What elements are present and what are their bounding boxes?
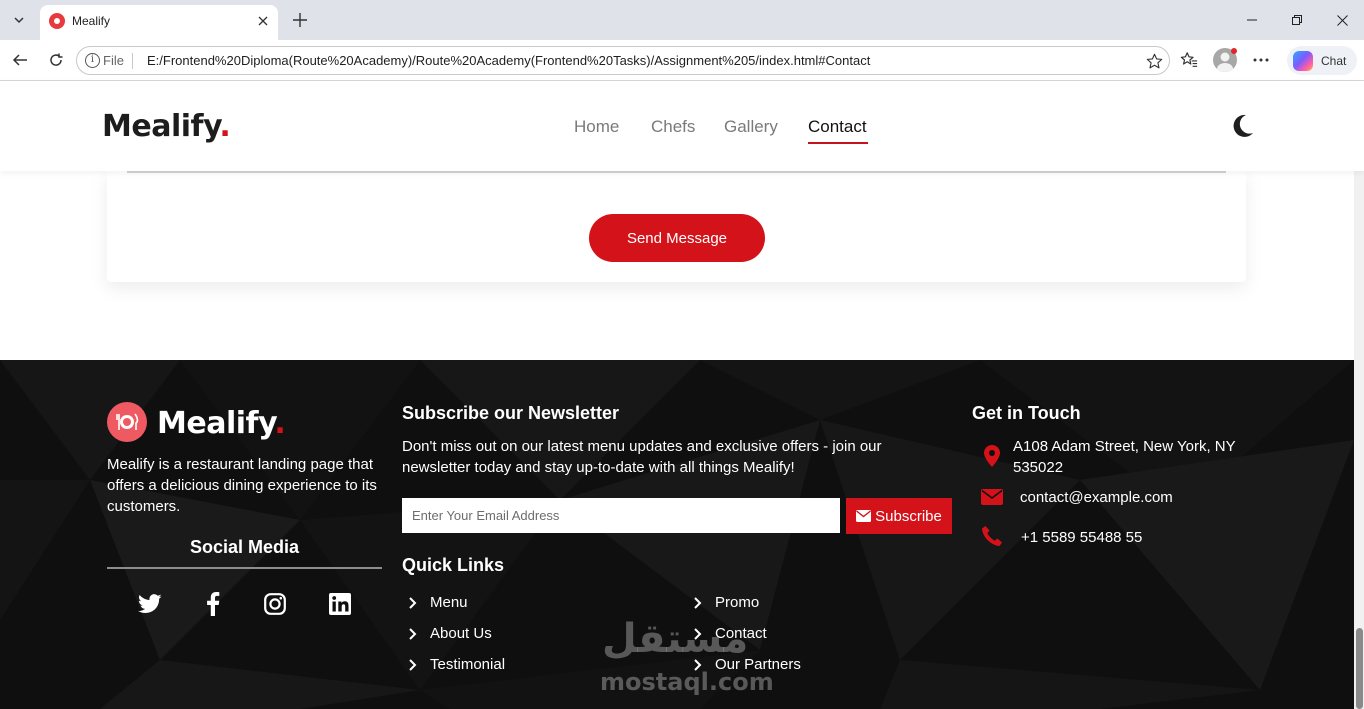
linkedin-icon[interactable] bbox=[327, 591, 353, 617]
chevron-right-icon bbox=[408, 627, 420, 640]
get-in-touch-title: Get in Touch bbox=[972, 403, 1081, 423]
address-line-1: A108 Adam Street, New York, NY bbox=[1013, 438, 1236, 455]
quick-link-label: About Us bbox=[430, 625, 492, 642]
minimize-icon[interactable] bbox=[1240, 8, 1264, 32]
browser-tab-bar: Mealify bbox=[0, 0, 1364, 40]
active-nav-underline bbox=[808, 142, 868, 144]
contact-form-card: Send Message bbox=[107, 171, 1246, 282]
quick-link-our-partners[interactable]: Our Partners bbox=[693, 656, 801, 673]
file-label: File bbox=[103, 53, 124, 68]
browser-tab[interactable]: Mealify bbox=[40, 5, 278, 40]
email-text[interactable]: contact@example.com bbox=[1020, 487, 1173, 508]
twitter-icon[interactable] bbox=[137, 591, 163, 617]
quick-link-label: Promo bbox=[715, 594, 760, 611]
brand-dot: . bbox=[219, 109, 231, 144]
nav-home[interactable]: Home bbox=[574, 117, 619, 137]
envelope-icon bbox=[980, 489, 1004, 505]
site-logo[interactable]: Mealify. bbox=[102, 109, 231, 144]
quick-link-label: Contact bbox=[715, 625, 767, 642]
footer-brand[interactable]: Mealify. bbox=[157, 406, 286, 441]
chevron-right-icon bbox=[408, 658, 420, 671]
footer-brand-name: Mealify bbox=[157, 406, 275, 441]
envelope-icon bbox=[856, 510, 872, 522]
instagram-icon[interactable] bbox=[262, 591, 288, 617]
quick-link-label: Menu bbox=[430, 594, 468, 611]
map-marker-icon bbox=[980, 445, 1004, 467]
copilot-icon bbox=[1293, 50, 1313, 71]
facebook-icon[interactable] bbox=[200, 591, 226, 617]
quick-link-contact[interactable]: Contact bbox=[693, 625, 767, 642]
new-tab-plus-icon[interactable] bbox=[287, 7, 313, 33]
newsletter-text: Don't miss out on our latest menu update… bbox=[402, 438, 882, 476]
quick-link-label: Testimonial bbox=[430, 656, 506, 673]
social-media-title: Social Media bbox=[189, 537, 300, 557]
copilot-chat-button[interactable]: Chat bbox=[1287, 46, 1357, 75]
send-message-button[interactable]: Send Message bbox=[589, 214, 765, 262]
favorite-star-icon[interactable] bbox=[1143, 50, 1165, 72]
back-arrow-icon[interactable] bbox=[8, 48, 32, 72]
favorites-list-icon[interactable] bbox=[1177, 48, 1201, 72]
chevron-right-icon bbox=[693, 658, 705, 671]
tab-list-chevron-icon[interactable] bbox=[6, 7, 32, 33]
close-window-icon[interactable] bbox=[1330, 8, 1354, 32]
nav-gallery[interactable]: Gallery bbox=[724, 117, 778, 137]
quick-link-menu[interactable]: Menu bbox=[408, 594, 468, 611]
message-textarea[interactable] bbox=[127, 171, 1226, 173]
subscribe-button[interactable]: Subscribe bbox=[846, 498, 952, 534]
more-menu-icon[interactable] bbox=[1249, 48, 1273, 72]
site-header: Mealify. Home Chefs Gallery Contact bbox=[0, 81, 1364, 171]
site-footer: Mealify. Mealify is a restaurant landing… bbox=[0, 360, 1354, 709]
info-icon[interactable]: i bbox=[85, 53, 100, 68]
chevron-right-icon bbox=[408, 596, 420, 609]
tab-title: Mealify bbox=[72, 14, 111, 28]
brand-name: Mealify bbox=[102, 109, 220, 144]
chevron-right-icon bbox=[693, 596, 705, 609]
dark-mode-moon-icon[interactable] bbox=[1232, 114, 1254, 138]
newsletter-email-input[interactable] bbox=[402, 498, 840, 533]
divider bbox=[132, 53, 133, 69]
reload-icon[interactable] bbox=[44, 48, 68, 72]
chevron-right-icon bbox=[693, 627, 705, 640]
phone-text[interactable]: +1 5589 55488 55 bbox=[1021, 527, 1142, 548]
favicon-icon bbox=[49, 13, 65, 29]
quick-link-label: Our Partners bbox=[715, 656, 801, 673]
quick-links-title: Quick Links bbox=[402, 555, 505, 575]
quick-link-promo[interactable]: Promo bbox=[693, 594, 759, 611]
url-text[interactable]: E:/Frontend%20Diploma(Route%20Academy)/R… bbox=[147, 53, 870, 68]
nav-chefs[interactable]: Chefs bbox=[651, 117, 695, 137]
contact-email[interactable]: contact@example.com bbox=[980, 487, 1173, 508]
address-bar[interactable]: i File E:/Frontend%20Diploma(Route%20Aca… bbox=[76, 46, 1170, 75]
footer-about-text: Mealify is a restaurant landing page tha… bbox=[107, 456, 377, 515]
footer-brand-dot: . bbox=[274, 406, 286, 441]
subscribe-label: Subscribe bbox=[875, 507, 942, 525]
nav-contact[interactable]: Contact bbox=[808, 117, 867, 137]
tab-close-icon[interactable] bbox=[253, 11, 273, 31]
browser-toolbar: i File E:/Frontend%20Diploma(Route%20Aca… bbox=[0, 40, 1364, 81]
chat-label: Chat bbox=[1321, 53, 1347, 68]
contact-phone[interactable]: +1 5589 55488 55 bbox=[980, 525, 1142, 548]
scrollbar-thumb[interactable] bbox=[1356, 628, 1363, 709]
newsletter-title: Subscribe our Newsletter bbox=[402, 403, 620, 423]
quick-link-about-us[interactable]: About Us bbox=[408, 625, 492, 642]
notification-dot bbox=[1231, 48, 1237, 54]
page-scrollbar[interactable] bbox=[1354, 81, 1364, 709]
contact-address: A108 Adam Street, New York, NY 535022 bbox=[980, 436, 1236, 478]
social-divider bbox=[107, 567, 382, 569]
restore-icon[interactable] bbox=[1285, 8, 1309, 32]
footer-logo-icon bbox=[107, 402, 147, 442]
address-line-2: 535022 bbox=[1013, 459, 1064, 476]
phone-icon bbox=[980, 525, 1004, 547]
quick-link-testimonial[interactable]: Testimonial bbox=[408, 656, 505, 673]
